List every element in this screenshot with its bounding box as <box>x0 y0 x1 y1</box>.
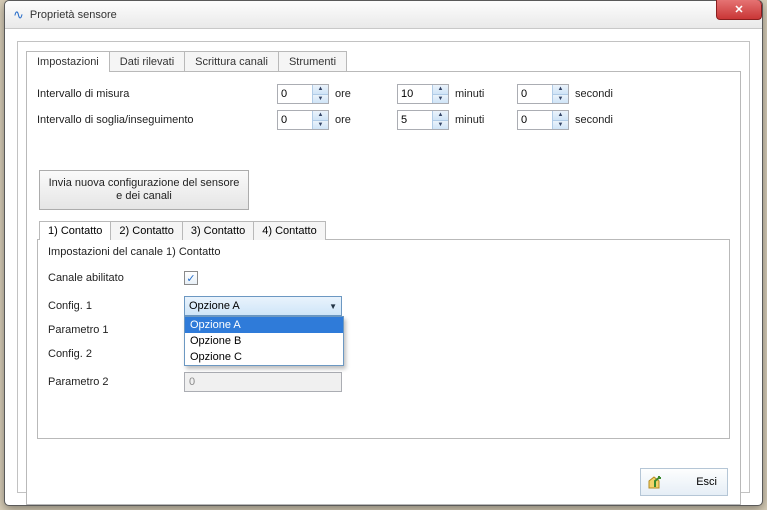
tab-impostazioni[interactable]: Impostazioni <box>26 51 110 72</box>
spin-down-icon[interactable]: ▼ <box>433 121 448 130</box>
exit-button[interactable]: Esci <box>640 468 728 496</box>
checkbox-channel-enabled[interactable]: ✓ <box>184 271 198 285</box>
combo-option[interactable]: Opzione C <box>185 349 343 365</box>
close-button[interactable]: ✕ <box>716 0 762 20</box>
threshold-minutes-spin[interactable]: ▲▼ <box>397 110 449 130</box>
chevron-down-icon: ▼ <box>329 302 337 311</box>
label-measure-interval: Intervallo di misura <box>37 88 277 100</box>
spin-down-icon[interactable]: ▼ <box>313 121 328 130</box>
measure-minutes-spin[interactable]: ▲▼ <box>397 84 449 104</box>
label-channel-enabled: Canale abilitato <box>48 272 184 284</box>
threshold-seconds-spin[interactable]: ▲▼ <box>517 110 569 130</box>
tab-scrittura-canali[interactable]: Scrittura canali <box>184 51 279 72</box>
spin-down-icon[interactable]: ▼ <box>433 95 448 104</box>
titlebar[interactable]: ∿ Proprietà sensore ✕ <box>5 1 762 29</box>
combo-config-1-dropdown: Opzione A Opzione B Opzione C <box>184 316 344 366</box>
measure-minutes-input[interactable] <box>398 85 432 103</box>
unit-seconds: secondi <box>575 114 619 126</box>
measure-seconds-input[interactable] <box>518 85 552 103</box>
unit-seconds: secondi <box>575 88 619 100</box>
combo-option[interactable]: Opzione B <box>185 333 343 349</box>
channel-tab-3[interactable]: 3) Contatto <box>182 221 254 240</box>
unit-hours: ore <box>335 88 379 100</box>
send-config-button[interactable]: Invia nuova configurazione del sensore e… <box>39 170 249 210</box>
app-icon: ∿ <box>13 8 24 21</box>
row-measure-interval: Intervallo di misura ▲▼ ore ▲▼ minuti ▲ <box>37 82 730 106</box>
combo-config-1[interactable]: Opzione A ▼ Opzione A Opzione B Opzione … <box>184 296 342 316</box>
main-tab-header: Impostazioni Dati rilevati Scrittura can… <box>18 42 749 71</box>
client-area: Impostazioni Dati rilevati Scrittura can… <box>17 41 750 493</box>
spin-up-icon[interactable]: ▲ <box>313 85 328 95</box>
check-icon: ✓ <box>186 272 195 285</box>
combo-option[interactable]: Opzione A <box>185 317 343 333</box>
tab-strumenti[interactable]: Strumenti <box>278 51 347 72</box>
sensor-properties-window: ∿ Proprietà sensore ✕ Impostazioni Dati … <box>4 0 763 506</box>
spin-up-icon[interactable]: ▲ <box>313 111 328 121</box>
spin-down-icon[interactable]: ▼ <box>553 95 568 104</box>
row-threshold-interval: Intervallo di soglia/inseguimento ▲▼ ore… <box>37 108 730 132</box>
tab-dati-rilevati[interactable]: Dati rilevati <box>109 51 185 72</box>
label-config-1: Config. 1 <box>48 300 184 312</box>
unit-hours: ore <box>335 114 379 126</box>
channel-legend: Impostazioni del canale 1) Contatto <box>48 246 719 258</box>
channel-tab-2[interactable]: 2) Contatto <box>110 221 182 240</box>
channel-tab-header: 1) Contatto 2) Contatto 3) Contatto 4) C… <box>37 220 730 239</box>
channel-tab-1[interactable]: 1) Contatto <box>39 221 111 240</box>
close-icon: ✕ <box>734 3 743 16</box>
label-threshold-interval: Intervallo di soglia/inseguimento <box>37 114 277 126</box>
measure-seconds-spin[interactable]: ▲▼ <box>517 84 569 104</box>
exit-button-label: Esci <box>696 476 717 488</box>
channel-pane: Impostazioni del canale 1) Contatto Cana… <box>37 239 730 439</box>
measure-hours-input[interactable] <box>278 85 312 103</box>
exit-icon <box>647 474 663 490</box>
combo-config-1-value: Opzione A <box>189 300 240 312</box>
unit-minutes: minuti <box>455 88 499 100</box>
threshold-hours-spin[interactable]: ▲▼ <box>277 110 329 130</box>
label-config-2: Config. 2 <box>48 348 184 360</box>
spin-up-icon[interactable]: ▲ <box>553 85 568 95</box>
label-param-2: Parametro 2 <box>48 376 184 388</box>
spin-down-icon[interactable]: ▼ <box>553 121 568 130</box>
spin-up-icon[interactable]: ▲ <box>433 85 448 95</box>
spin-up-icon[interactable]: ▲ <box>433 111 448 121</box>
spin-up-icon[interactable]: ▲ <box>553 111 568 121</box>
main-tab-pane: Intervallo di misura ▲▼ ore ▲▼ minuti ▲ <box>26 71 741 505</box>
channel-tab-4[interactable]: 4) Contatto <box>253 221 325 240</box>
threshold-seconds-input[interactable] <box>518 111 552 129</box>
label-param-1: Parametro 1 <box>48 324 184 336</box>
threshold-minutes-input[interactable] <box>398 111 432 129</box>
footer: Esci <box>640 468 728 496</box>
unit-minutes: minuti <box>455 114 499 126</box>
window-title: Proprietà sensore <box>30 9 117 21</box>
threshold-hours-input[interactable] <box>278 111 312 129</box>
input-param-2[interactable] <box>184 372 342 392</box>
measure-hours-spin[interactable]: ▲▼ <box>277 84 329 104</box>
spin-down-icon[interactable]: ▼ <box>313 95 328 104</box>
